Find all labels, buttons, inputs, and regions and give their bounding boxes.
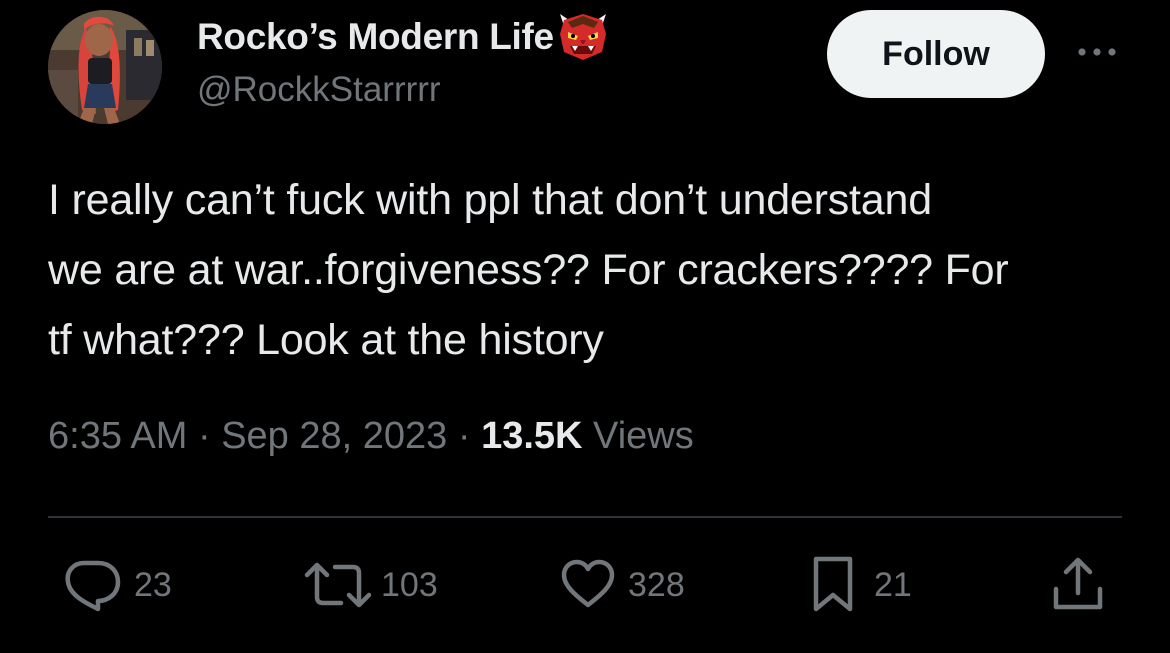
tweet-text-line: I really can’t fuck with ppl that don’t … [48, 176, 932, 224]
views-label: Views [593, 415, 694, 457]
avatar[interactable] [48, 10, 162, 124]
bookmark-icon [813, 556, 853, 612]
separator-dot: · [197, 415, 211, 457]
tweet-container: Rocko’s Modern Life @RockkStarrrrr Follo… [0, 0, 1170, 653]
name-row: Rocko’s Modern Life [197, 14, 610, 60]
tweet-text-line: we are at war..forgiveness?? For cracker… [48, 246, 1009, 294]
separator-dot: · [457, 415, 471, 457]
avatar-photo [48, 10, 162, 124]
views-count: 13.5K [481, 415, 583, 457]
meta-separator: · [458, 415, 481, 457]
like-button[interactable]: 328 [560, 555, 685, 615]
follow-button[interactable]: Follow [827, 10, 1045, 98]
ellipsis-icon [1078, 48, 1116, 56]
repost-count: 103 [381, 565, 438, 604]
action-bar: 23 103 328 21 [0, 555, 1170, 615]
tweet-date[interactable]: Sep 28, 2023 [221, 415, 447, 457]
bookmark-count: 21 [874, 565, 912, 604]
tweet-text-line: tf what??? Look at the history [48, 316, 604, 364]
share-icon [1053, 557, 1103, 610]
japanese-ogre-emoji-icon [556, 14, 610, 60]
tweet-text: I really can’t fuck with ppl that don’t … [48, 165, 1138, 375]
repost-button[interactable]: 103 [303, 555, 438, 615]
like-count: 328 [628, 565, 685, 604]
more-options-button[interactable] [1070, 34, 1124, 70]
reply-icon [65, 560, 121, 612]
heart-icon [561, 559, 615, 608]
bookmark-button[interactable]: 21 [808, 555, 912, 615]
display-name[interactable]: Rocko’s Modern Life [197, 16, 554, 58]
tweet-time[interactable]: 6:35 AM [48, 415, 187, 457]
repost-icon [304, 562, 372, 608]
meta-separator: · [198, 415, 221, 457]
share-button[interactable] [1050, 555, 1106, 615]
reply-button[interactable]: 23 [62, 555, 172, 615]
reply-count: 23 [134, 565, 172, 604]
tweet-meta: 6:35 AM · Sep 28, 2023 · 13.5K Views [48, 415, 694, 458]
user-handle[interactable]: @RockkStarrrrr [197, 70, 441, 110]
divider [48, 516, 1122, 518]
